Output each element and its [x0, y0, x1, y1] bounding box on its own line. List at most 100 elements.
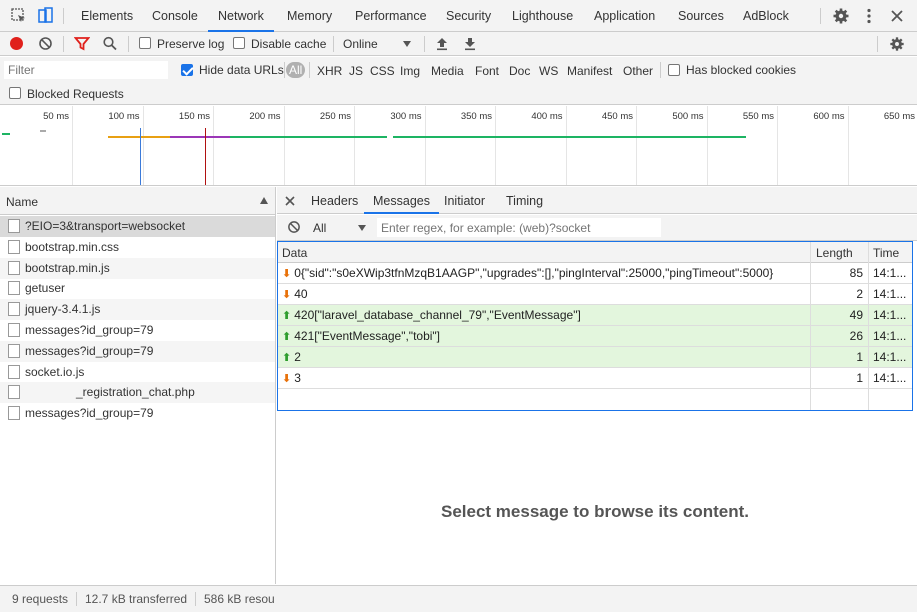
timeline-gridline [72, 106, 73, 185]
export-har-icon[interactable] [463, 36, 477, 51]
blocked-requests-label[interactable]: Blocked Requests [27, 87, 124, 101]
tab-lighthouse[interactable]: Lighthouse [512, 0, 573, 32]
tab-application[interactable]: Application [594, 0, 655, 32]
tab-timing[interactable]: Timing [506, 187, 543, 214]
import-har-icon[interactable] [435, 36, 449, 51]
timeline-tick-label: 50 ms [43, 111, 69, 122]
filter-type-img[interactable]: Img [400, 64, 420, 78]
message-row[interactable]: ⬇ 0{"sid":"s0eXWip3tfnMzqB1AAGP","upgrade… [278, 263, 912, 284]
message-row[interactable]: ⬇ 3 1 14:1... [278, 368, 912, 389]
request-row[interactable]: ?EIO=3&transport=websocket [0, 216, 275, 237]
throttling-select[interactable]: Online [343, 37, 378, 51]
file-icon [8, 323, 20, 337]
tab-elements[interactable]: Elements [81, 0, 133, 32]
tab-network[interactable]: Network [208, 0, 274, 32]
message-time: 14:1... [873, 371, 907, 385]
tab-adblock[interactable]: AdBlock [743, 0, 789, 32]
message-type-select[interactable]: All [313, 221, 326, 235]
message-length: 26 [849, 329, 863, 343]
blocked-requests-checkbox[interactable] [9, 87, 21, 99]
message-row[interactable]: ⬆ 2 1 14:1... [278, 347, 912, 368]
chevron-down-icon[interactable] [402, 40, 412, 48]
close-detail-icon[interactable] [285, 196, 295, 206]
timeline-tick-label: 650 ms [883, 111, 915, 122]
tab-security[interactable]: Security [446, 0, 491, 32]
clear-messages-icon[interactable] [287, 220, 301, 234]
sort-ascending-icon[interactable] [259, 196, 269, 205]
hide-data-urls-label[interactable]: Hide data URLs [199, 63, 284, 77]
requests-list-panel: Name ?EIO=3&transport=websocket bootstrap… [0, 187, 276, 584]
filter-type-css[interactable]: CSS [370, 64, 395, 78]
status-bar: 9 requests 12.7 kB transferred 586 kB re… [0, 585, 917, 612]
received-arrow-icon: ⬇ [282, 373, 292, 385]
network-settings-gear-icon[interactable] [889, 36, 905, 52]
request-row[interactable]: messages?id_group=79 [0, 403, 275, 424]
tab-performance[interactable]: Performance [355, 0, 427, 32]
column-header-time[interactable]: Time [873, 246, 899, 260]
close-devtools-icon[interactable] [888, 7, 906, 25]
filter-type-ws[interactable]: WS [539, 64, 558, 78]
clear-icon[interactable] [38, 36, 53, 51]
has-blocked-cookies-label[interactable]: Has blocked cookies [686, 63, 796, 77]
timeline-gridline [565, 106, 567, 185]
hide-data-urls-checkbox[interactable] [181, 64, 193, 76]
preserve-log-checkbox[interactable] [139, 37, 151, 49]
request-row[interactable]: jquery-3.4.1.js [0, 299, 275, 321]
timeline-tick-label: 300 ms [390, 111, 422, 122]
filter-type-all[interactable]: All [286, 62, 306, 78]
request-row[interactable]: messages?id_group=79 [0, 320, 275, 341]
chevron-down-icon[interactable] [357, 224, 367, 232]
request-row[interactable]: bootstrap.min.js [0, 257, 275, 279]
disable-cache-label[interactable]: Disable cache [251, 37, 326, 51]
timeline-tick-label: 150 ms [178, 111, 210, 122]
messages-regex-input[interactable] [377, 218, 661, 237]
request-name: socket.io.js [25, 364, 85, 379]
column-header-length[interactable]: Length [816, 246, 853, 260]
timeline-gridline [424, 106, 426, 185]
name-column-label: Name [6, 195, 39, 209]
network-overview-timeline[interactable]: 50 ms 100 ms 150 ms 200 ms 250 ms 300 ms 350 m… [0, 106, 917, 186]
tab-console[interactable]: Console [152, 0, 198, 32]
request-row[interactable]: getuser [0, 278, 275, 299]
filter-type-xhr[interactable]: XHR [317, 64, 342, 78]
message-row[interactable]: ⬆ 420["laravel_database_channel_79","Even… [278, 305, 912, 326]
filter-type-doc[interactable]: Doc [509, 64, 530, 78]
filter-type-js[interactable]: JS [349, 64, 363, 78]
record-icon[interactable] [9, 36, 24, 51]
preserve-log-label[interactable]: Preserve log [157, 37, 224, 51]
filter-type-font[interactable]: Font [475, 64, 499, 78]
inspect-element-icon[interactable] [10, 7, 28, 25]
filter-type-manifest[interactable]: Manifest [567, 64, 612, 78]
message-data-cell: ⬇ 0{"sid":"s0eXWip3tfnMzqB1AAGP","upgrade… [282, 263, 806, 284]
message-time: 14:1... [873, 329, 907, 343]
request-row[interactable]: messages?id_group=79 [0, 340, 275, 362]
message-data-cell: ⬇ 40 [282, 284, 806, 305]
settings-gear-icon[interactable] [832, 7, 850, 25]
filter-input[interactable] [4, 61, 168, 79]
more-options-icon[interactable] [860, 7, 878, 25]
message-row[interactable]: ⬇ 40 2 14:1... [278, 284, 912, 305]
filter-type-media[interactable]: Media [431, 64, 464, 78]
tab-headers[interactable]: Headers [311, 187, 358, 214]
request-row[interactable]: _registration_chat.php [0, 382, 275, 404]
filter-funnel-icon[interactable] [74, 36, 90, 51]
tab-initiator[interactable]: Initiator [444, 187, 485, 214]
tab-memory[interactable]: Memory [287, 0, 332, 32]
has-blocked-cookies-checkbox[interactable] [668, 64, 680, 76]
message-row[interactable]: ⬆ 421["EventMessage","tobi"] 26 14:1... [278, 326, 912, 347]
device-toolbar-icon[interactable] [36, 7, 54, 25]
search-icon[interactable] [102, 36, 118, 51]
network-toolbar: Preserve log Disable cache Online [0, 32, 917, 56]
request-row[interactable]: socket.io.js [0, 362, 275, 383]
disable-cache-checkbox[interactable] [233, 37, 245, 49]
name-column-header[interactable]: Name [0, 187, 275, 215]
tab-messages[interactable]: Messages [364, 187, 439, 214]
column-header-data[interactable]: Data [282, 246, 307, 260]
tab-sources[interactable]: Sources [678, 0, 724, 32]
file-icon [8, 343, 20, 358]
request-row[interactable]: bootstrap.min.css [0, 237, 275, 258]
filter-type-other[interactable]: Other [623, 64, 653, 78]
file-icon [8, 239, 20, 254]
transferred-size: 12.7 kB transferred [85, 592, 188, 606]
request-name: messages?id_group=79 [25, 343, 154, 358]
